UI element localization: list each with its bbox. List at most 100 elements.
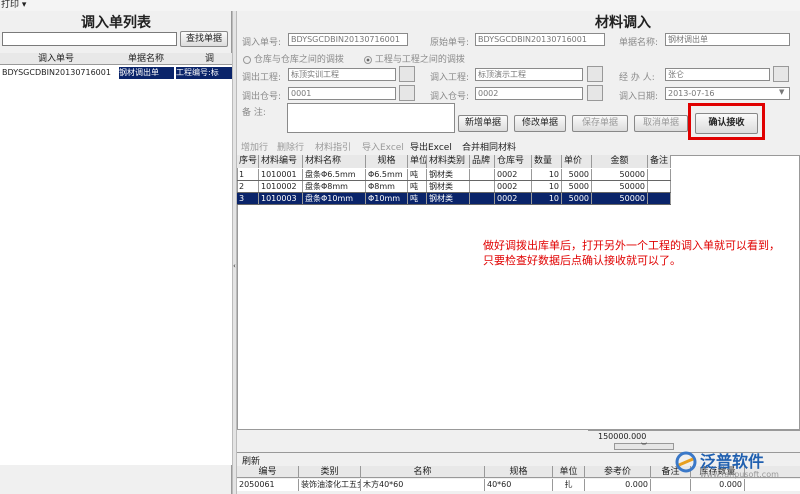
orig-no-field[interactable]: BDYSGCDBIN20130716001 [475, 33, 605, 46]
cell-warehouse: 0002 [495, 169, 532, 180]
cell-brand [470, 169, 495, 180]
radio-selected-icon [364, 55, 372, 64]
list-row[interactable]: BDYSGCDBIN20130716001 钢材调出单 工程编号:标 [0, 67, 232, 79]
cell-spec: Φ10mm [366, 193, 408, 204]
col-brand[interactable]: 品牌 [470, 155, 495, 168]
col-warehouse[interactable]: 仓库号 [495, 155, 532, 168]
out-proj-lookup-button[interactable] [399, 66, 415, 82]
cell-unit: 吨 [408, 193, 427, 204]
cell-name: 盘条Φ8mm [303, 181, 366, 192]
col-stock-spec[interactable]: 规格 [485, 466, 553, 477]
row-doc-name: 钢材调出单 [119, 67, 174, 79]
date-field[interactable]: 2013-07-16 [665, 87, 790, 100]
search-button[interactable]: 查找单据 [180, 31, 228, 47]
col-stock-code[interactable]: 编号 [237, 466, 299, 477]
cell-seq: 1 [237, 169, 259, 180]
cell-price: 5000 [562, 169, 592, 180]
cell-warehouse: 0002 [495, 193, 532, 204]
doc-name-label: 单据名称: [619, 38, 659, 48]
list-body [0, 65, 232, 465]
cell-unit: 吨 [408, 169, 427, 180]
remark-label: 备 注: [242, 108, 266, 118]
col-qty[interactable]: 数量 [532, 155, 562, 168]
add-row-button[interactable]: 增加行 [241, 141, 268, 155]
cell-seq: 3 [237, 193, 259, 204]
material-guide-button[interactable]: 材料指引 [315, 141, 351, 155]
col-more[interactable]: 调 [205, 53, 214, 65]
col-doc-name[interactable]: 单据名称 [128, 53, 164, 65]
out-wh-field[interactable]: 0001 [288, 87, 396, 100]
cell-code: 1010003 [259, 193, 303, 204]
cancel-button[interactable]: 取消单据 [634, 115, 688, 132]
cell-seq: 2 [237, 181, 259, 192]
expand-arrow-icon[interactable]: ︾ [614, 443, 674, 450]
out-proj-field[interactable]: 标顶实训工程 [288, 68, 396, 81]
merge-button[interactable]: 合并相同材料 [462, 141, 516, 155]
radio-warehouse[interactable]: 仓库与仓库之间的调拨 [243, 52, 344, 65]
in-wh-field[interactable]: 0002 [475, 87, 583, 100]
logo-url: www.fanpusoft.com [700, 470, 779, 479]
cell-qty: 10 [532, 169, 562, 180]
date-dropdown-icon[interactable]: ▼ [779, 88, 784, 96]
radio-project-label: 工程与工程之间的调拨 [374, 55, 465, 65]
out-wh-label: 调出仓号: [242, 92, 282, 102]
in-wh-lookup-button[interactable] [587, 85, 603, 101]
col-name[interactable]: 材料名称 [303, 155, 366, 168]
cell-warehouse: 0002 [495, 181, 532, 192]
cell-stock-code: 2050061 [237, 479, 299, 491]
col-stock-type[interactable]: 类别 [299, 466, 361, 477]
import-excel-button[interactable]: 导入Excel [362, 141, 404, 155]
out-wh-lookup-button[interactable] [399, 85, 415, 101]
cell-category: 钢材类 [427, 181, 470, 192]
grid-row[interactable]: 1 1010001 盘条Φ6.5mm Φ6.5mm 吨 钢材类 0002 10 … [237, 169, 671, 181]
delete-row-button[interactable]: 删除行 [277, 141, 304, 155]
date-label: 调入日期: [619, 92, 659, 102]
save-button[interactable]: 保存单据 [572, 115, 628, 132]
col-in-no[interactable]: 调入单号 [38, 53, 74, 65]
cell-name: 盘条Φ10mm [303, 193, 366, 204]
print-menu[interactable]: 打印 ▾ [1, 0, 26, 10]
search-input[interactable] [2, 32, 177, 46]
cell-category: 钢材类 [427, 193, 470, 204]
cell-remark [648, 193, 671, 204]
cell-price: 5000 [562, 181, 592, 192]
in-proj-lookup-button[interactable] [587, 66, 603, 82]
grid-row-selected[interactable]: 3 1010003 盘条Φ10mm Φ10mm 吨 钢材类 0002 10 50… [237, 193, 671, 205]
doc-name-field[interactable]: 钢材调出单 [665, 33, 790, 46]
col-seq[interactable]: 序号 [237, 155, 259, 168]
radio-icon [243, 55, 251, 64]
in-proj-field[interactable]: 标顶演示工程 [475, 68, 583, 81]
radio-project[interactable]: 工程与工程之间的调拨 [364, 52, 465, 65]
list-title: 调入单列表 [81, 15, 151, 31]
handler-lookup-button[interactable] [773, 66, 789, 82]
col-remark[interactable]: 备注 [648, 155, 671, 168]
col-stock-price[interactable]: 参考价 [585, 466, 651, 477]
col-stock-unit[interactable]: 单位 [553, 466, 585, 477]
col-code[interactable]: 材料编号 [259, 155, 303, 168]
handler-field[interactable]: 张仑 [665, 68, 770, 81]
edit-button[interactable]: 修改单据 [514, 115, 566, 132]
col-spec[interactable]: 规格 [366, 155, 408, 168]
cell-remark [648, 169, 671, 180]
in-no-field[interactable]: BDYSGCDBIN20130716001 [288, 33, 408, 46]
col-unit[interactable]: 单位 [408, 155, 427, 168]
col-price[interactable]: 单价 [562, 155, 592, 168]
col-category[interactable]: 材料类别 [427, 155, 470, 168]
handler-label: 经 办 人: [619, 73, 655, 83]
in-wh-label: 调入仓号: [430, 92, 470, 102]
col-amount[interactable]: 金额 [592, 155, 648, 168]
cell-brand [470, 181, 495, 192]
total-bar: 150000.000 [588, 430, 800, 441]
cell-price: 5000 [562, 193, 592, 204]
cell-code: 1010001 [259, 169, 303, 180]
export-excel-button[interactable]: 导出Excel [410, 141, 452, 155]
menu-bar: 打印 ▾ [0, 0, 800, 11]
logo-text: 泛普软件 [700, 452, 765, 471]
new-button[interactable]: 新增单据 [458, 115, 508, 132]
radio-warehouse-label: 仓库与仓库之间的调拨 [253, 55, 344, 65]
col-stock-name[interactable]: 名称 [361, 466, 485, 477]
grid-row[interactable]: 2 1010002 盘条Φ8mm Φ8mm 吨 钢材类 0002 10 5000… [237, 181, 671, 193]
cell-brand [470, 193, 495, 204]
instruction-note: 做好调拨出库单后，打开另外一个工程的调入单就可以看到，只要检查好数据后点确认接收… [483, 239, 780, 267]
remark-field[interactable] [287, 103, 455, 133]
